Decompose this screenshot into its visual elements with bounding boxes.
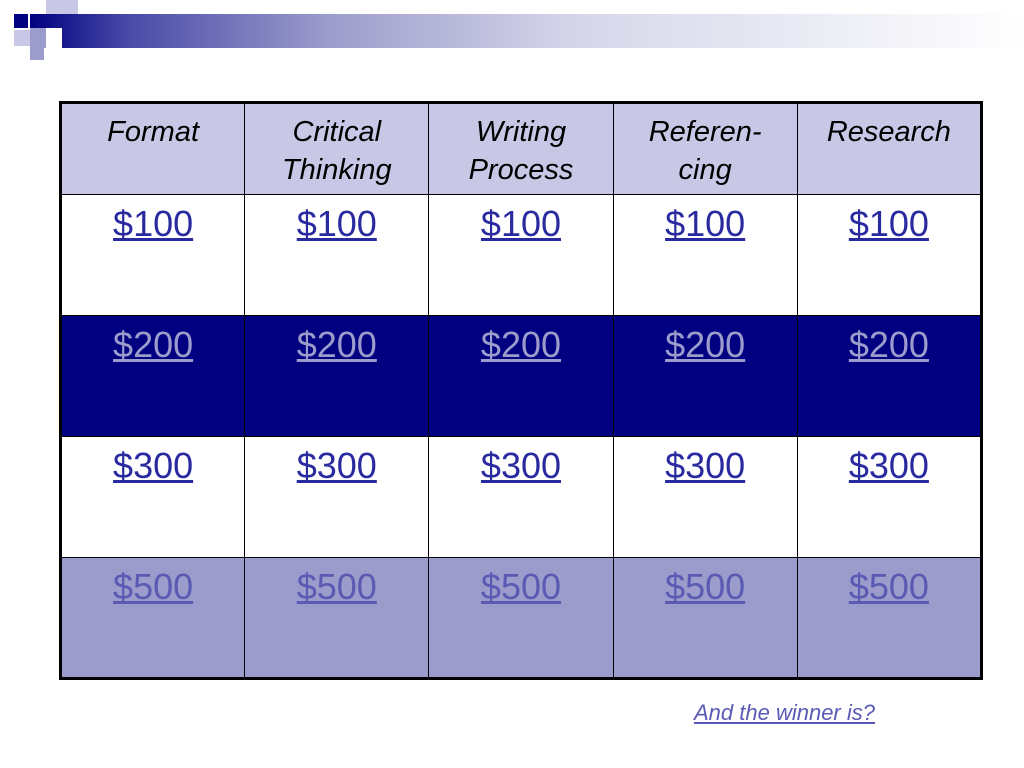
question-link-referencing-500[interactable]: $500 [665,566,745,607]
board-cell: $500 [428,557,614,679]
board-cell: $100 [244,194,430,316]
category-line: Thinking [281,154,392,186]
category-line: Format [107,116,200,148]
board-cell: $300 [59,436,246,558]
board-cell: $500 [612,557,798,679]
value-row-300: $300 $300 $300 $300 $300 [59,436,983,558]
category-line: cing [678,154,732,186]
jeopardy-board: Format Critical Thinking Writing Process… [59,101,983,680]
question-link-critical-thinking-300[interactable]: $300 [297,445,377,486]
board-cell: $200 [428,315,614,437]
category-format: Format [59,102,246,195]
category-research: Research [796,102,983,195]
board-cell: $100 [428,194,614,316]
decor-square [46,28,62,48]
question-link-writing-process-500[interactable]: $500 [481,566,561,607]
decor-square [14,30,30,46]
board-cell: $200 [612,315,798,437]
board-cell: $100 [612,194,798,316]
category-writing-process: Writing Process [428,102,614,195]
board-cell: $500 [59,557,246,679]
value-row-200: $200 $200 $200 $200 $200 [59,315,983,437]
question-link-critical-thinking-500[interactable]: $500 [297,566,377,607]
board-cell: $300 [796,436,983,558]
decor-square [46,0,78,14]
question-link-critical-thinking-200[interactable]: $200 [297,324,377,365]
board-cell: $300 [428,436,614,558]
question-link-format-500[interactable]: $500 [113,566,193,607]
decor-square [14,14,28,28]
question-link-referencing-100[interactable]: $100 [665,203,745,244]
decor-square [30,46,44,60]
board-cell: $200 [796,315,983,437]
category-row: Format Critical Thinking Writing Process… [59,102,983,195]
category-line: Process [468,154,574,186]
question-link-research-300[interactable]: $300 [849,445,929,486]
question-link-research-200[interactable]: $200 [849,324,929,365]
decor-square [0,0,14,14]
board-cell: $200 [59,315,246,437]
question-link-format-200[interactable]: $200 [113,324,193,365]
board-cell: $300 [612,436,798,558]
question-link-critical-thinking-100[interactable]: $100 [297,203,377,244]
question-link-writing-process-100[interactable]: $100 [481,203,561,244]
category-critical-thinking: Critical Thinking [244,102,430,195]
value-row-500: $500 $500 $500 $500 $500 [59,557,983,679]
question-link-writing-process-200[interactable]: $200 [481,324,561,365]
board-cell: $200 [244,315,430,437]
decor-square [30,28,46,48]
slide: Format Critical Thinking Writing Process… [0,0,1024,768]
question-link-format-100[interactable]: $100 [113,203,193,244]
question-link-referencing-200[interactable]: $200 [665,324,745,365]
question-link-writing-process-300[interactable]: $300 [481,445,561,486]
board-cell: $100 [59,194,246,316]
question-link-research-500[interactable]: $500 [849,566,929,607]
header-gradient-bar [30,14,1024,48]
board-cell: $500 [244,557,430,679]
board-cell: $100 [796,194,983,316]
winner-link[interactable]: And the winner is? [694,700,875,726]
question-link-format-300[interactable]: $300 [113,445,193,486]
value-row-100: $100 $100 $100 $100 $100 [59,194,983,316]
board-cell: $300 [244,436,430,558]
board-cell: $500 [796,557,983,679]
category-line: Critical [292,116,382,148]
category-line: Research [826,116,951,148]
category-line: Referen- [648,116,762,148]
question-link-research-100[interactable]: $100 [849,203,929,244]
category-referencing: Referen- cing [612,102,798,195]
question-link-referencing-300[interactable]: $300 [665,445,745,486]
category-line: Writing [475,116,567,148]
